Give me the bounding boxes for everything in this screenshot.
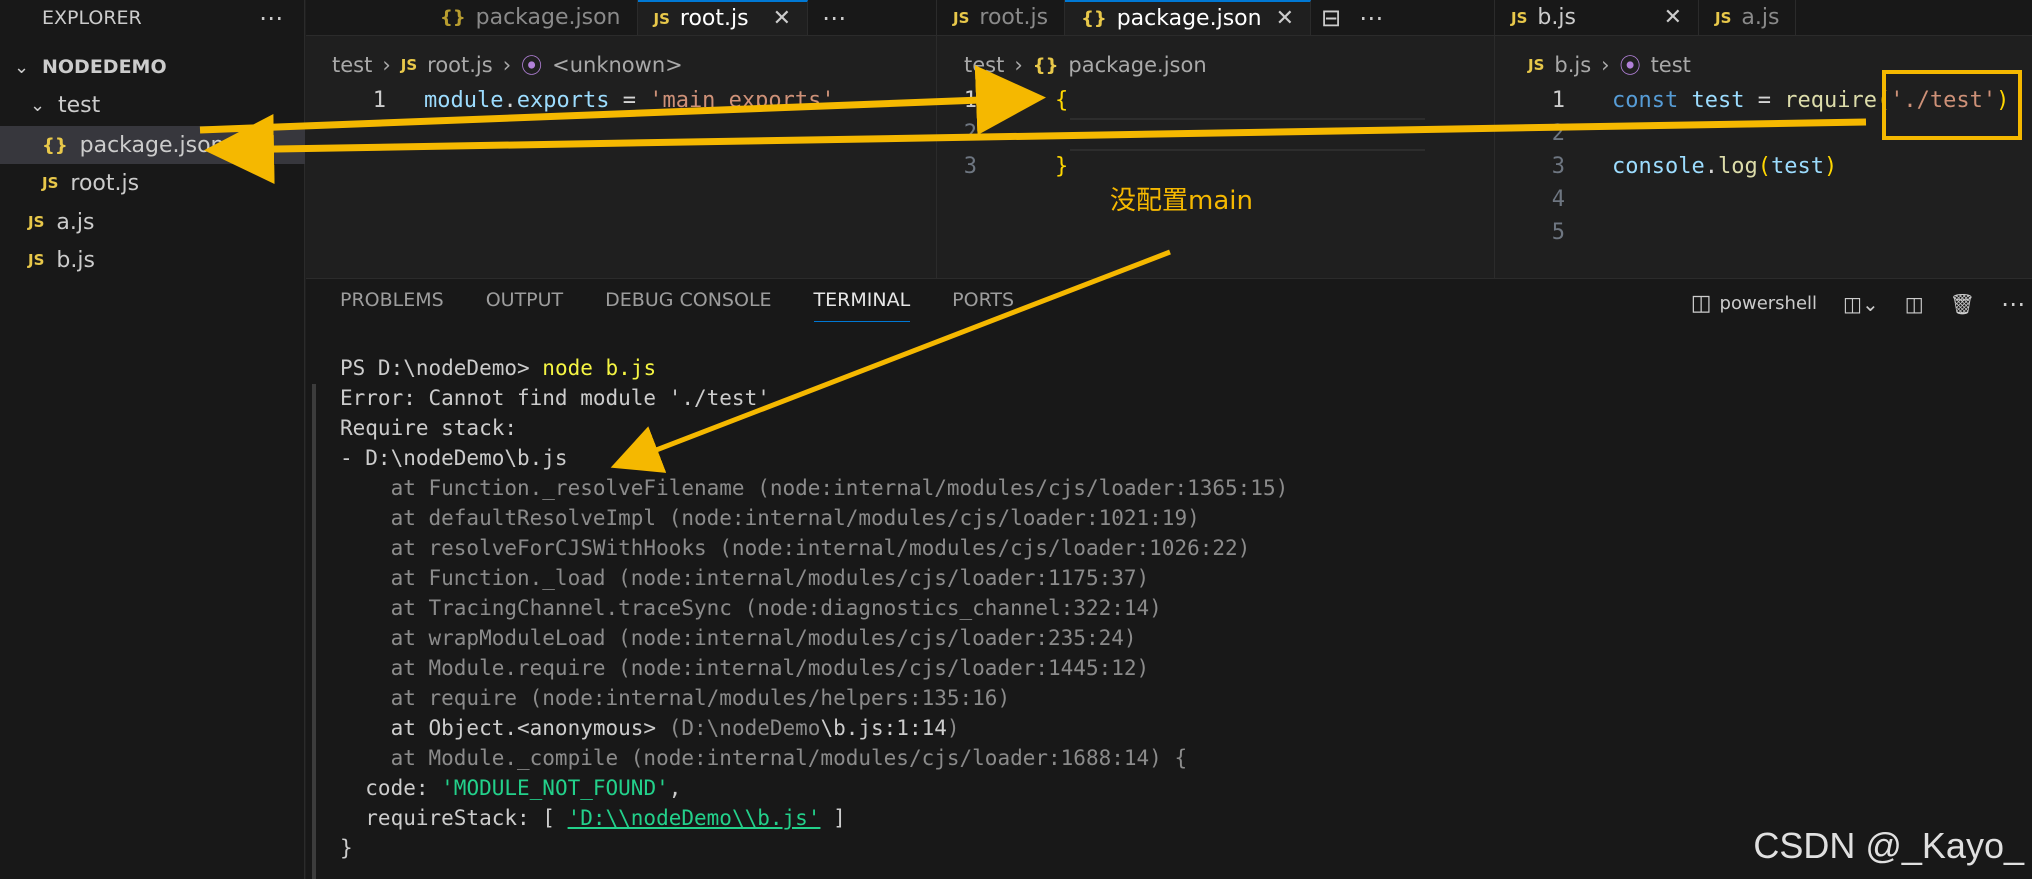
arrow-to-require-stack: [610, 249, 1171, 473]
arrow-to-explorer-package-json: [204, 114, 1867, 185]
watermark: CSDN @_Kayo_: [1753, 825, 2024, 866]
arrow-to-package-json-brace: [199, 65, 1046, 136]
annotation-arrows: [199, 65, 1867, 473]
